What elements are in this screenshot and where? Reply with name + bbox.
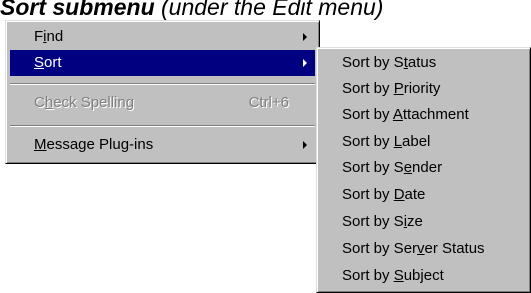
menu-item-find[interactable]: Find bbox=[10, 24, 315, 50]
submenu-item-sort-by-server-status[interactable]: Sort by Server Status bbox=[321, 236, 526, 262]
caption-bold: Sort submenu bbox=[0, 0, 155, 20]
caption-rest: (under the Edit menu) bbox=[154, 0, 384, 20]
menu-item-find-label: Find bbox=[34, 28, 64, 45]
submenu-item-sort-by-date[interactable]: Sort by Date bbox=[321, 182, 526, 208]
submenu-item-label: Sort by Priority bbox=[342, 80, 441, 97]
sort-submenu: Sort by Status Sort by Priority Sort by … bbox=[316, 47, 531, 293]
submenu-item-sort-by-status[interactable]: Sort by Status bbox=[321, 50, 526, 76]
submenu-item-label: Sort by Size bbox=[342, 213, 423, 230]
menu-item-message-plugins-label: Message Plug-ins bbox=[34, 136, 154, 153]
submenu-item-sort-by-sender[interactable]: Sort by Sender bbox=[321, 155, 526, 181]
submenu-item-label: Sort by Label bbox=[342, 133, 431, 150]
submenu-item-label: Sort by Subject bbox=[342, 267, 444, 284]
submenu-item-label: Sort by Sender bbox=[342, 159, 443, 176]
menu-item-sort-label: Sort bbox=[34, 54, 62, 71]
edit-context-menu: Find Sort Check Spelling Ctrl+6 Message … bbox=[5, 20, 320, 164]
menu-separator bbox=[10, 125, 315, 127]
submenu-item-sort-by-priority[interactable]: Sort by Priority bbox=[321, 76, 526, 102]
menu-separator bbox=[10, 83, 315, 85]
submenu-item-sort-by-label[interactable]: Sort by Label bbox=[321, 129, 526, 155]
submenu-arrow-icon bbox=[303, 59, 307, 67]
submenu-item-label: Sort by Status bbox=[342, 54, 437, 71]
submenu-item-label: Sort by Server Status bbox=[342, 240, 485, 257]
submenu-arrow-icon bbox=[303, 33, 307, 41]
menu-item-message-plugins[interactable]: Message Plug-ins bbox=[10, 132, 315, 158]
submenu-item-label: Sort by Date bbox=[342, 186, 426, 203]
menu-item-check-spelling-label: Check Spelling bbox=[34, 94, 135, 111]
menu-item-sort[interactable]: Sort bbox=[10, 50, 315, 76]
submenu-item-label: Sort by Attachment bbox=[342, 106, 469, 123]
menu-item-check-spelling: Check Spelling Ctrl+6 bbox=[10, 90, 315, 116]
submenu-item-sort-by-attachment[interactable]: Sort by Attachment bbox=[321, 102, 526, 128]
submenu-item-sort-by-size[interactable]: Sort by Size bbox=[321, 209, 526, 235]
submenu-arrow-icon bbox=[303, 141, 307, 149]
menu-item-check-spelling-shortcut: Ctrl+6 bbox=[248, 94, 289, 111]
submenu-item-sort-by-subject[interactable]: Sort by Subject bbox=[321, 263, 526, 289]
